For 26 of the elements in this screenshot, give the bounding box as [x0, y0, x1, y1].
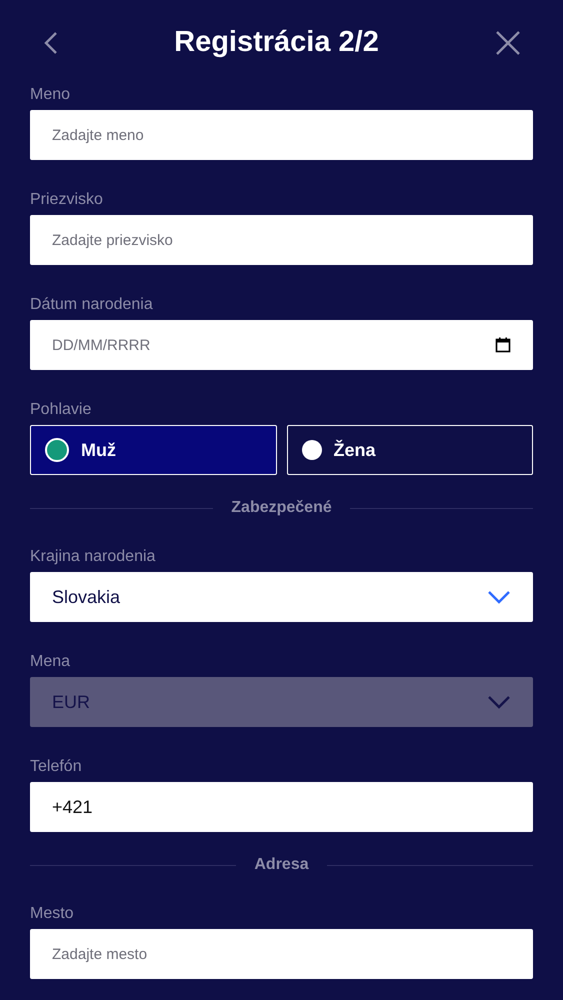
section-label: Adresa: [254, 856, 309, 874]
chevron-left-icon: [44, 30, 58, 54]
field-label: Telefón: [30, 757, 82, 777]
phone-field[interactable]: +421: [30, 782, 533, 832]
section-label: Zabezpečené: [231, 499, 332, 517]
input-field[interactable]: Zadajte priezvisko: [30, 215, 533, 265]
input-field[interactable]: Zadajte meno: [30, 110, 533, 160]
back-button[interactable]: [44, 30, 58, 54]
input-field[interactable]: Zadajte mesto: [30, 929, 533, 979]
chevron-down-icon: [487, 590, 511, 604]
field-label: Priezvisko: [30, 190, 103, 210]
close-button[interactable]: [494, 30, 521, 56]
field-label: Mena: [30, 652, 70, 672]
page-title: Registrácia 2/2: [174, 26, 379, 59]
field-label: Meno: [30, 85, 70, 105]
calendar-icon: [495, 337, 511, 353]
field-label: Mesto: [30, 904, 74, 924]
date-field[interactable]: DD/MM/RRRR: [30, 320, 533, 370]
field-label: Dátum narodenia: [30, 295, 153, 315]
chevron-down-icon: [487, 695, 511, 709]
select-field[interactable]: Slovakia: [30, 572, 533, 622]
close-icon: [494, 30, 521, 56]
field-label: Krajina narodenia: [30, 547, 156, 567]
radio-option[interactable]: Žena: [286, 425, 533, 475]
field-label: Pohlavie: [30, 400, 92, 420]
radio-option[interactable]: Muž: [30, 425, 276, 475]
